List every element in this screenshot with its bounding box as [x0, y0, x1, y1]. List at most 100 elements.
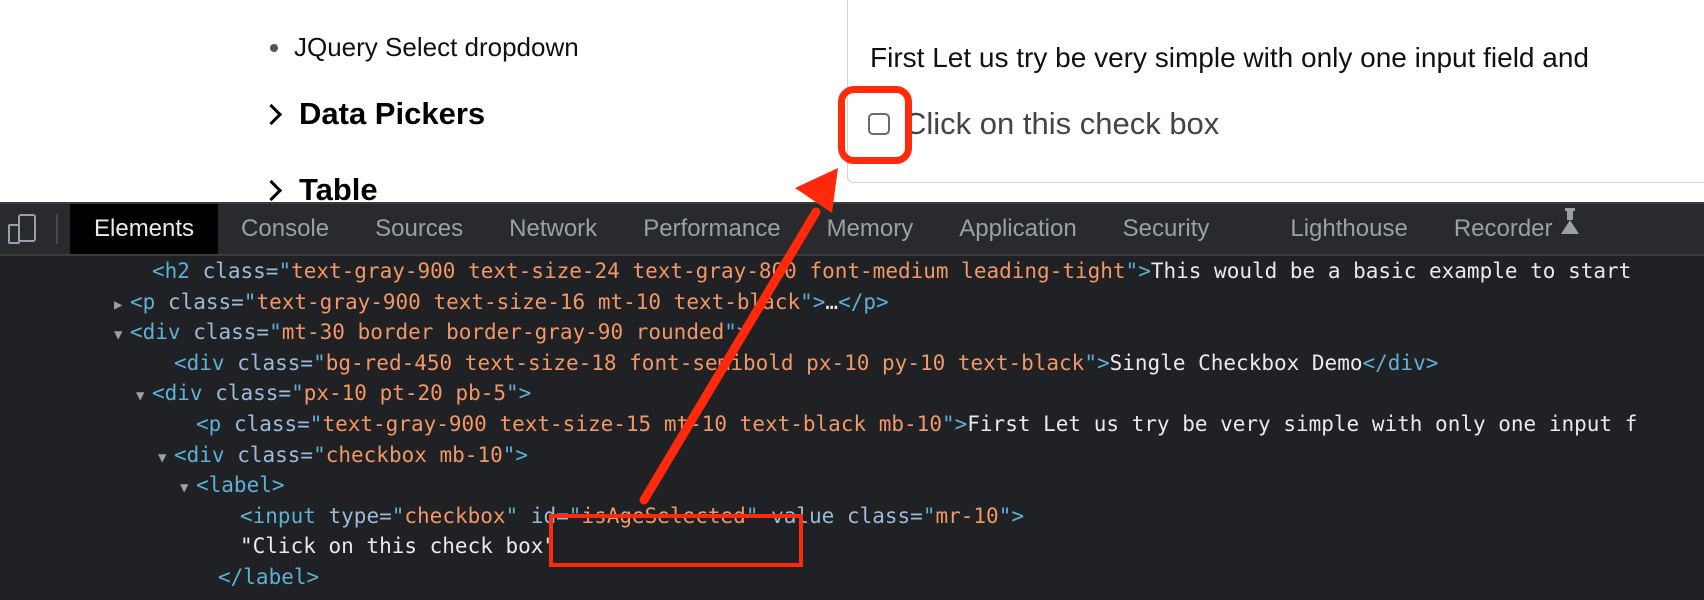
- dom-node-line[interactable]: ▼ <div class="mt-30 border border-gray-90…: [0, 317, 1704, 348]
- dom-attr-token: class=: [193, 320, 270, 345]
- tab-sources[interactable]: Sources: [352, 204, 486, 254]
- sidebar-section-table[interactable]: Table: [260, 172, 378, 202]
- dom-val-token: bg-red-450 text-size-18 font-semibold px…: [325, 350, 1085, 375]
- chevron-right-icon: [260, 179, 283, 201]
- expand-triangle-down-icon[interactable]: ▼: [158, 443, 174, 474]
- dom-val-token: checkbox: [404, 503, 506, 528]
- tab-performance[interactable]: Performance: [620, 204, 803, 254]
- tab-memory[interactable]: Memory: [804, 204, 937, 254]
- device-toolbar-icon[interactable]: [6, 212, 40, 246]
- tab-label: Application: [959, 215, 1077, 242]
- tab-label: Memory: [826, 215, 914, 242]
- single-checkbox-demo-card: [847, 0, 1704, 183]
- dom-node-line[interactable]: ▼ <div class="checkbox mb-10">: [0, 440, 1704, 471]
- tab-label: Lighthouse: [1290, 215, 1408, 242]
- tab-label: Console: [241, 215, 330, 242]
- sidebar-subitem-jquery-select[interactable]: JQuery Select dropdown: [270, 32, 579, 63]
- dom-node-line[interactable]: </label>: [0, 562, 1704, 593]
- dom-tag-token: <div: [174, 442, 238, 467]
- tab-lighthouse[interactable]: Lighthouse: [1267, 204, 1430, 254]
- dom-attr-token: type=: [328, 503, 392, 528]
- dom-tag-token: <input: [240, 503, 329, 528]
- dom-tag-token: </div>: [1362, 350, 1439, 375]
- dom-node-line[interactable]: ▼ <div class="px-10 pt-20 pb-5">: [0, 378, 1704, 409]
- dom-node-line[interactable]: "Click on this check box": [0, 531, 1704, 562]
- tab-divider: [56, 214, 58, 244]
- devtools-panel: Elements Console Sources Network Performance…: [0, 202, 1704, 600]
- dom-tag-token: </p>: [838, 289, 889, 314]
- dom-txt-token: First Let us try be very simple with onl…: [967, 411, 1638, 436]
- checkbox-row[interactable]: Click on this check box: [868, 106, 1219, 142]
- dom-tag-token: <div: [174, 350, 238, 375]
- bullet-icon: [270, 43, 278, 52]
- dom-node-line[interactable]: ▶ <p class="text-gray-900 text-size-16 mt…: [0, 287, 1704, 318]
- dom-tag-token: <div: [152, 381, 216, 406]
- dom-tag-token: ": [313, 350, 326, 375]
- tab-label: Elements: [94, 215, 195, 242]
- dom-attr-token: class=: [237, 350, 314, 375]
- chevron-right-icon: [260, 103, 283, 125]
- tab-elements[interactable]: Elements: [70, 204, 219, 254]
- dom-node-line[interactable]: <input type="checkbox" id="isAgeSelected…: [0, 501, 1704, 532]
- dom-node-line[interactable]: <div class="bg-red-450 text-size-18 font…: [0, 348, 1704, 379]
- expand-triangle-down-icon[interactable]: ▼: [114, 320, 130, 351]
- dom-val-token: text-gray-900 text-size-15 mt-10 text-bl…: [322, 411, 942, 436]
- tab-label: Network: [509, 215, 598, 242]
- tab-console[interactable]: Console: [218, 204, 352, 254]
- tab-network[interactable]: Network: [486, 204, 620, 254]
- dom-tag-token: ">: [998, 503, 1024, 528]
- dom-val-token: px-10 pt-20 pb-5: [303, 381, 507, 406]
- dom-tag-token: ">: [941, 411, 968, 436]
- dom-tag-token: ": [309, 411, 323, 436]
- tab-security[interactable]: Security: [1100, 204, 1268, 254]
- id-attribute-highlight-box: [549, 514, 803, 567]
- dom-txt-token: …: [825, 289, 839, 314]
- devtools-tab-bar: Elements Console Sources Network Performance…: [0, 202, 1704, 256]
- sidebar-section-label: Data Pickers: [299, 96, 486, 131]
- dom-tag-token: ": [291, 381, 304, 406]
- tab-label: Security: [1122, 215, 1210, 242]
- elements-dom-tree: <h2 class="text-gray-900 text-size-24 te…: [0, 256, 1704, 593]
- dom-tag-token: <p: [196, 411, 234, 436]
- card-description: First Let us try be very simple with onl…: [870, 42, 1590, 73]
- dom-attr-token: class=: [237, 442, 314, 467]
- dom-tag-token: <div: [130, 320, 194, 345]
- dom-node-line[interactable]: <p class="text-gray-900 text-size-15 mt-…: [0, 409, 1704, 440]
- dom-tag-token: <h2: [152, 259, 203, 283]
- dom-val-token: mr-10: [935, 503, 999, 528]
- checkbox-label[interactable]: Click on this check box: [904, 106, 1219, 142]
- dom-node-line[interactable]: <h2 class="text-gray-900 text-size-24 te…: [0, 256, 1704, 287]
- dom-node-line[interactable]: ▼ <label>: [0, 470, 1704, 501]
- dom-tag-token: ">: [1084, 350, 1110, 375]
- dom-tag-token: </label>: [218, 564, 320, 589]
- sidebar-section-label: Table: [299, 172, 378, 202]
- dom-attr-token: class=: [167, 289, 244, 314]
- sidebar-section-data-pickers[interactable]: Data Pickers: [260, 96, 486, 132]
- sidebar-subitem-label: JQuery Select dropdown: [294, 32, 579, 62]
- dom-tag-token: ">: [502, 442, 529, 467]
- dom-txt-token: This would be a basic example to start: [1150, 259, 1632, 283]
- dom-tag-token: ": [313, 442, 326, 467]
- expand-triangle-right-icon[interactable]: ▶: [114, 290, 130, 321]
- expand-triangle-down-icon[interactable]: ▼: [136, 381, 152, 412]
- dom-val-token: mt-30 border border-gray-90 rounded: [281, 320, 725, 345]
- dom-tag-token: ">: [800, 289, 826, 314]
- dom-val-token: text-gray-900 text-size-24 text-gray-800…: [291, 259, 1126, 283]
- tab-label: Sources: [375, 215, 464, 242]
- dom-tag-token: ">: [506, 381, 532, 406]
- dom-tag-token: ": [505, 503, 531, 528]
- dom-tag-token: ": [269, 320, 282, 345]
- dom-tag-token: <label>: [196, 473, 285, 498]
- tab-recorder[interactable]: Recorder: [1431, 204, 1602, 254]
- dom-txt-token: "Click on this check box": [240, 534, 557, 559]
- expand-triangle-down-icon[interactable]: ▼: [180, 473, 196, 504]
- dom-val-token: text-gray-900 text-size-16 mt-10 text-bl…: [256, 289, 801, 314]
- dom-tag-token: ": [243, 289, 257, 314]
- experimental-flask-icon: [1560, 208, 1579, 234]
- tab-application[interactable]: Application: [936, 204, 1099, 254]
